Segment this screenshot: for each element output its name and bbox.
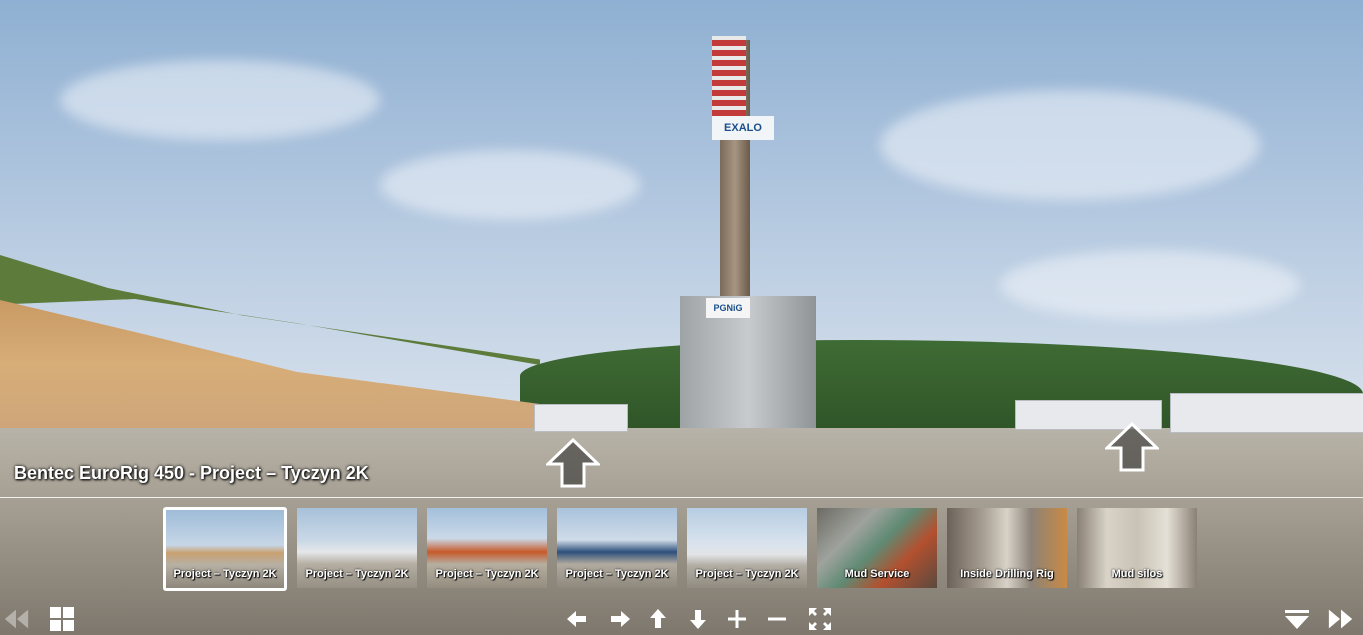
next-panorama-icon[interactable]	[1327, 605, 1355, 633]
thumbnail-label: Inside Drilling Rig	[960, 568, 1054, 580]
previous-panorama-icon[interactable]	[2, 605, 30, 633]
site-container	[1170, 393, 1363, 433]
thumbnail-item[interactable]: Project – Tyczyn 2K	[297, 508, 417, 588]
thumbnail-strip: Project – Tyczyn 2K Project – Tyczyn 2K …	[163, 507, 1197, 592]
navigation-hotspot-arrow-icon[interactable]	[544, 437, 602, 488]
cloud	[380, 150, 640, 220]
cloud	[880, 90, 1260, 200]
navigation-hotspot-arrow-icon[interactable]	[1103, 421, 1161, 472]
zoom-out-icon[interactable]	[763, 605, 791, 633]
pan-left-icon[interactable]	[563, 605, 591, 633]
base-sign: PGNiG	[706, 298, 750, 318]
cloud	[60, 60, 380, 140]
site-container	[534, 404, 628, 432]
hide-thumbnails-icon[interactable]	[1283, 605, 1311, 633]
thumbnail-item[interactable]: Inside Drilling Rig	[947, 508, 1067, 588]
thumbnail-label: Project – Tyczyn 2K	[565, 568, 669, 580]
thumbnail-item[interactable]: Mud silos	[1077, 508, 1197, 588]
thumbnail-label: Mud silos	[1111, 568, 1163, 580]
rig-sign: EXALO	[712, 116, 774, 140]
pan-down-icon[interactable]	[684, 605, 712, 633]
cloud	[1000, 250, 1300, 320]
thumbnail-label: Project – Tyczyn 2K	[435, 568, 539, 580]
thumbnail-label: Project – Tyczyn 2K	[695, 568, 799, 580]
pan-right-icon[interactable]	[606, 605, 634, 633]
thumbnail-item[interactable]: Project – Tyczyn 2K	[687, 508, 807, 588]
thumbnail-label: Project – Tyczyn 2K	[173, 568, 277, 580]
fullscreen-icon[interactable]	[806, 605, 834, 633]
title-divider	[0, 497, 1363, 498]
thumbnail-label: Mud Service	[844, 568, 910, 580]
thumbnail-label: Project – Tyczyn 2K	[305, 568, 409, 580]
thumbnail-item[interactable]: Project – Tyczyn 2K	[427, 508, 547, 588]
panorama-title: Bentec EuroRig 450 - Project – Tyczyn 2K	[14, 463, 369, 483]
zoom-in-icon[interactable]	[723, 605, 751, 633]
thumbnail-item[interactable]: Mud Service	[817, 508, 937, 588]
thumbnail-item[interactable]: Project – Tyczyn 2K	[163, 507, 287, 591]
thumbnails-grid-icon[interactable]	[48, 605, 76, 633]
thumbnail-item[interactable]: Project – Tyczyn 2K	[557, 508, 677, 588]
mast-crown	[712, 36, 746, 116]
pan-up-icon[interactable]	[644, 605, 672, 633]
